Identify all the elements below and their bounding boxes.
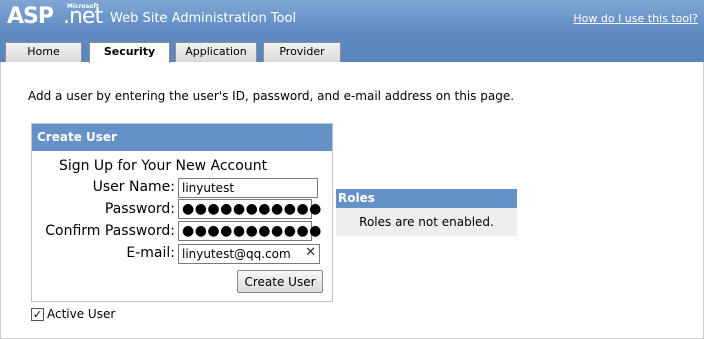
username-label: User Name: — [92, 179, 175, 195]
logo-net-text: .net — [63, 4, 103, 29]
roles-header: Roles — [336, 189, 517, 208]
confirm-row: Confirm Password: — [32, 223, 175, 243]
username-row: User Name: — [32, 179, 175, 199]
tab-home[interactable]: Home — [5, 42, 82, 62]
confirm-password-label: Confirm Password: — [45, 223, 175, 239]
logo-asp-text: ASP — [7, 4, 54, 29]
email-input[interactable] — [178, 244, 320, 264]
email-row: E-mail: — [32, 245, 175, 265]
username-input[interactable] — [178, 178, 318, 198]
tab-provider[interactable]: Provider — [263, 42, 341, 62]
help-link[interactable]: How do I use this tool? — [573, 12, 698, 25]
roles-panel: Roles Roles are not enabled. — [336, 189, 517, 236]
confirm-password-input[interactable]: ●●●●●●●●●●● — [178, 221, 321, 241]
active-user-checkbox[interactable]: ✓ — [31, 308, 44, 321]
app-title: Web Site Administration Tool — [110, 11, 297, 26]
header-bar: ASP Microsoft .net Web Site Administrati… — [0, 0, 704, 63]
email-field-wrap: ✕ — [178, 244, 320, 264]
email-label: E-mail: — [126, 245, 175, 261]
password-row: Password: — [32, 201, 175, 221]
tab-application[interactable]: Application — [175, 42, 257, 62]
tab-security[interactable]: Security — [89, 42, 170, 63]
intro-text: Add a user by entering the user's ID, pa… — [28, 89, 515, 103]
password-input[interactable]: ●●●●●●●●●●● — [178, 199, 321, 219]
active-user-label: Active User — [47, 307, 116, 321]
create-user-button[interactable]: Create User — [237, 270, 323, 293]
create-user-header: Create User — [32, 124, 332, 151]
clear-icon[interactable]: ✕ — [305, 245, 316, 260]
signup-subtitle: Sign Up for Your New Account — [58, 158, 268, 174]
roles-message: Roles are not enabled. — [359, 215, 494, 229]
password-label: Password: — [104, 201, 175, 217]
